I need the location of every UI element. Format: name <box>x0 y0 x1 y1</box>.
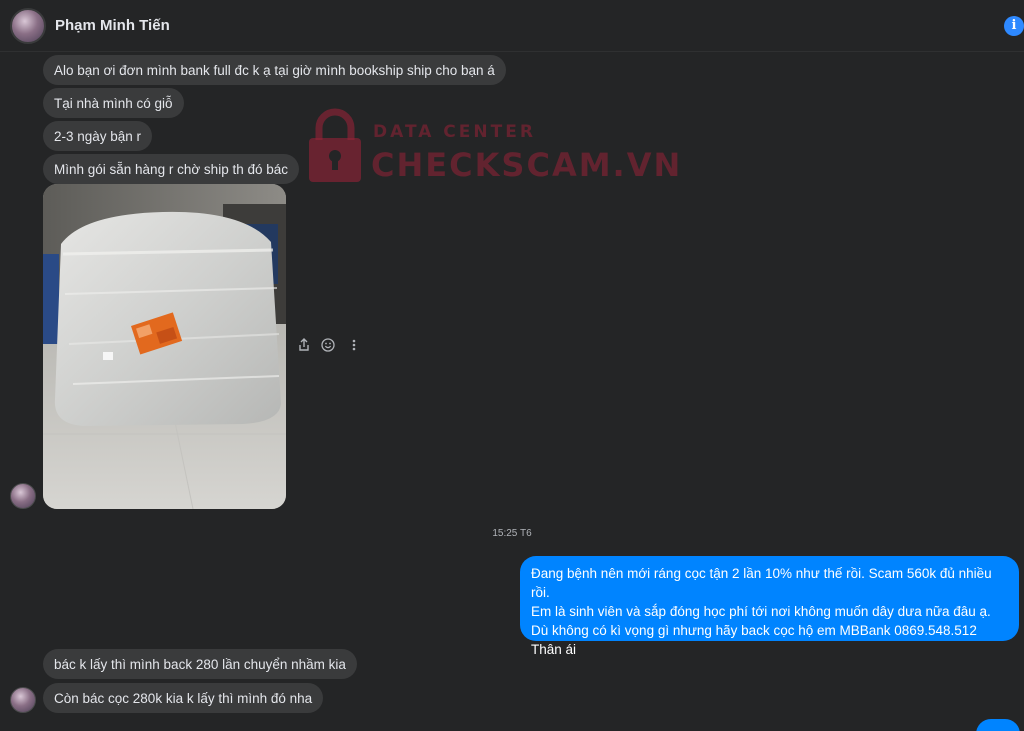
message-incoming[interactable]: Alo bạn ơi đơn mình bank full đc k ạ tại… <box>43 55 506 85</box>
photo-message[interactable] <box>43 184 286 509</box>
contact-avatar-small[interactable] <box>10 687 36 713</box>
lock-icon <box>309 108 361 182</box>
message-line: Dù không có kì vọng gì nhưng hãy back cọ… <box>531 623 977 638</box>
share-icon[interactable] <box>296 338 312 354</box>
message-outgoing[interactable]: Đang bệnh nên mới ráng cọc tận 2 lần 10%… <box>520 556 1019 657</box>
message-incoming[interactable]: Còn bác cọc 280k kia k lấy thì mình đó n… <box>43 683 324 713</box>
message-line: Em là sinh viên và sắp đóng học phí tới … <box>531 604 991 619</box>
watermark: DATA CENTER CHECKSCAM.VN <box>305 108 680 188</box>
package-photo <box>43 184 286 509</box>
more-options-icon[interactable] <box>346 338 362 354</box>
message-incoming[interactable]: bác k lấy thì mình back 280 lần chuyển n… <box>43 649 357 679</box>
contact-avatar[interactable] <box>10 8 46 44</box>
chat-header: Phạm Minh Tiến i <box>0 0 1024 52</box>
message-incoming[interactable]: 2-3 ngày bận r <box>43 121 153 151</box>
contact-name[interactable]: Phạm Minh Tiến <box>55 17 170 34</box>
chat-window: Phạm Minh Tiến i DATA CENTER CHECKSCAM.V… <box>0 0 1024 731</box>
message-outgoing-partial[interactable] <box>976 719 1020 731</box>
watermark-top-text: DATA CENTER <box>373 122 536 142</box>
message-incoming[interactable]: Tại nhà mình có giỗ <box>43 88 184 118</box>
react-icon[interactable] <box>320 338 336 354</box>
info-icon[interactable]: i <box>1004 16 1024 36</box>
message-line: Đang bệnh nên mới ráng cọc tận 2 lần 10%… <box>531 566 992 600</box>
contact-avatar-small[interactable] <box>10 483 36 509</box>
message-line: Thân ái <box>531 642 577 657</box>
timestamp: 15:25 T6 <box>492 528 532 539</box>
watermark-main-text: CHECKSCAM.VN <box>371 146 683 184</box>
message-incoming[interactable]: Mình gói sẵn hàng r chờ ship th đó bác <box>43 154 299 184</box>
